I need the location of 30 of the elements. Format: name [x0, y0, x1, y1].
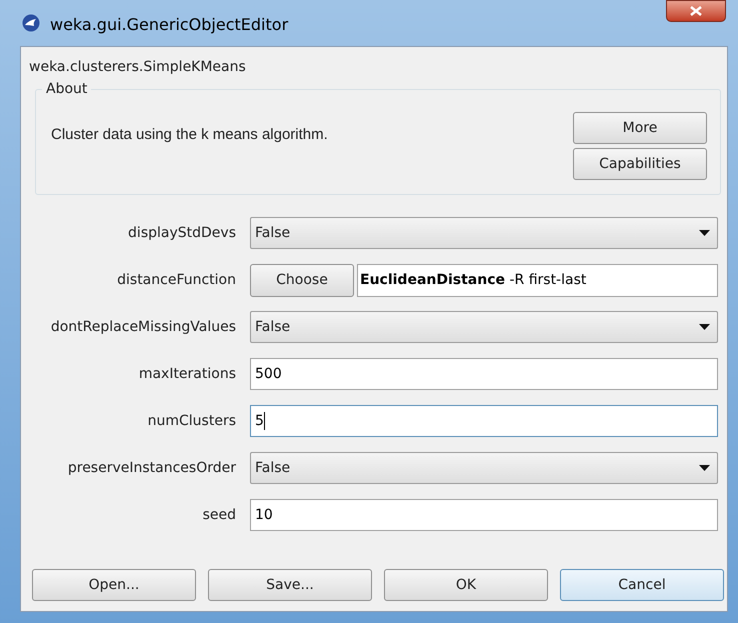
- bird-icon: [22, 14, 40, 32]
- close-button[interactable]: [666, 0, 726, 22]
- description-text: Cluster data using the k means algorithm.: [51, 125, 328, 145]
- text-field[interactable]: 500: [250, 358, 718, 390]
- distance-function-field[interactable]: EuclideanDistance -R first-last: [357, 264, 718, 296]
- window-title: weka.gui.GenericObjectEditor: [50, 14, 288, 36]
- property-label: distanceFunction: [116, 270, 236, 290]
- property-label: seed: [202, 506, 236, 524]
- text-field[interactable]: 5: [250, 405, 718, 437]
- dialog-button[interactable]: Open...: [32, 569, 196, 601]
- property-label: dontReplaceMissingValues: [50, 318, 236, 336]
- close-icon: [690, 6, 702, 16]
- dialog-button[interactable]: Save...: [208, 569, 372, 601]
- property-label: displayStdDevs: [127, 224, 236, 242]
- dropdown[interactable]: False: [250, 452, 718, 484]
- text-field[interactable]: 10: [250, 499, 718, 531]
- property-label: numClusters: [146, 412, 236, 430]
- dropdown[interactable]: False: [250, 217, 718, 249]
- dropdown[interactable]: False: [250, 311, 718, 343]
- property-label: preserveInstancesOrder: [66, 458, 236, 478]
- about-button[interactable]: Capabilities: [573, 148, 707, 180]
- dropdown-arrow-icon: [699, 324, 710, 330]
- dropdown-arrow-icon: [699, 465, 710, 471]
- dropdown-arrow-icon: [699, 230, 710, 236]
- dialog-button[interactable]: Cancel: [560, 569, 724, 601]
- about-button[interactable]: More: [573, 112, 707, 144]
- class-name: weka.clusterers.SimpleKMeans: [29, 58, 247, 77]
- dialog-button[interactable]: OK: [384, 569, 548, 601]
- property-label: maxIterations: [138, 364, 236, 384]
- choose-button[interactable]: Choose: [250, 264, 354, 296]
